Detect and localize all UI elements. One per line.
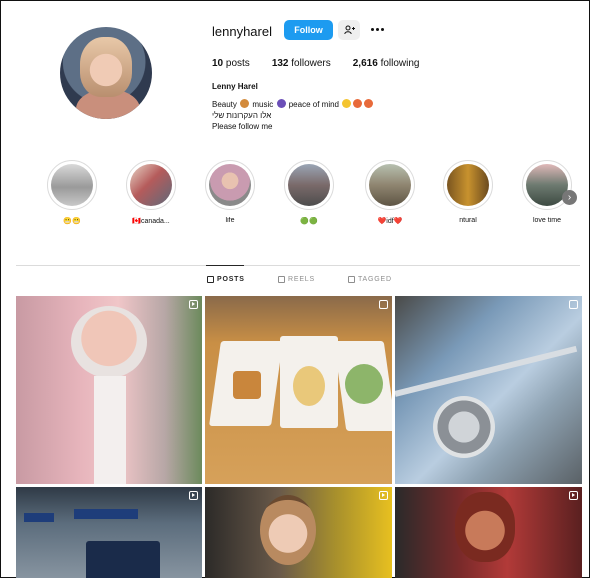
- bio-peace-text: peace of mind: [288, 100, 339, 109]
- bio-line-1: Beauty music peace of mind: [212, 99, 432, 110]
- highlight-item[interactable]: 🟢🟢: [279, 160, 339, 225]
- reel-icon: [189, 491, 198, 500]
- rainbow-emoji-icon: [364, 99, 374, 108]
- highlight-label: 😬😬: [63, 218, 81, 225]
- profile-display-name: Lenny Harel: [212, 82, 258, 91]
- highlights-next-button[interactable]: ›: [562, 190, 577, 205]
- highlight-item[interactable]: 🇨🇦canada...: [121, 160, 181, 225]
- story-highlights: 😬😬 🇨🇦canada... life 🟢🟢 ❤️idf❤️ ntural lo…: [42, 160, 582, 240]
- followers-count: 132: [271, 58, 289, 69]
- tabs-divider: [16, 265, 580, 266]
- bio-beauty-text: Beauty: [212, 100, 237, 109]
- bio-line-2: אלו העקרונות שלי: [212, 111, 272, 120]
- rainbow-emoji-icon: [353, 99, 363, 108]
- profile-avatar[interactable]: [60, 27, 152, 119]
- lipstick-emoji-icon: [240, 99, 250, 108]
- suggest-user-button[interactable]: [338, 20, 360, 40]
- tab-posts[interactable]: POSTS: [207, 276, 245, 283]
- dot-icon: [375, 27, 379, 31]
- tagged-icon: [348, 276, 355, 283]
- highlight-label: ❤️idf❤️: [377, 218, 403, 225]
- profile-stats: 10 posts 132 followers 2,616 following: [212, 58, 441, 69]
- profile-bio: Beauty music peace of mind אלו העקרונות …: [212, 99, 432, 132]
- multiple-posts-icon: [379, 300, 388, 309]
- tab-reels[interactable]: REELS: [278, 276, 315, 283]
- highlight-label: 🇨🇦canada...: [132, 218, 170, 225]
- post-tile[interactable]: [205, 296, 392, 484]
- profile-username: lennyharel: [212, 24, 272, 39]
- highlight-label: love time: [532, 217, 561, 224]
- bio-line-3: Please follow me: [212, 122, 273, 131]
- posts-stat: 10 posts: [212, 58, 250, 69]
- highlight-label: ntural: [459, 217, 477, 224]
- highlight-item[interactable]: ❤️idf❤️: [360, 160, 420, 225]
- post-tile[interactable]: [395, 296, 582, 484]
- following-count: 2,616: [352, 58, 378, 69]
- profile-tabs: POSTS REELS TAGGED: [0, 276, 590, 288]
- reel-icon: [189, 300, 198, 309]
- post-tile[interactable]: [16, 296, 202, 484]
- active-tab-indicator: [206, 265, 244, 266]
- reel-icon: [379, 491, 388, 500]
- highlight-label: life: [225, 217, 235, 224]
- music-emoji-icon: [276, 99, 286, 108]
- multiple-posts-icon: [569, 300, 578, 309]
- post-tile[interactable]: [16, 487, 202, 578]
- following-stat[interactable]: 2,616 following: [353, 58, 420, 69]
- posts-grid: [16, 296, 582, 578]
- followers-stat[interactable]: 132 followers: [272, 58, 331, 69]
- tab-tagged-label: TAGGED: [358, 276, 392, 283]
- posts-label: posts: [225, 58, 250, 69]
- posts-count: 10: [212, 58, 224, 69]
- post-tile[interactable]: [395, 487, 582, 578]
- reel-icon: [569, 491, 578, 500]
- bio-music-text: music: [252, 100, 274, 109]
- tab-reels-label: REELS: [288, 276, 315, 283]
- following-label: following: [380, 58, 420, 69]
- highlight-item[interactable]: life: [200, 160, 260, 224]
- tab-tagged[interactable]: TAGGED: [348, 276, 392, 283]
- post-tile[interactable]: [205, 487, 392, 578]
- smile-emoji-icon: [342, 99, 352, 108]
- follow-button[interactable]: Follow: [284, 20, 333, 40]
- chevron-right-icon: ›: [567, 192, 572, 203]
- reels-icon: [278, 276, 285, 283]
- dot-icon: [370, 27, 374, 31]
- more-options-button[interactable]: [368, 22, 386, 36]
- tab-posts-label: POSTS: [217, 276, 245, 283]
- grid-icon: [207, 276, 214, 283]
- highlight-item[interactable]: ntural: [438, 160, 498, 224]
- highlight-label: 🟢🟢: [300, 218, 318, 225]
- followers-label: followers: [291, 58, 331, 69]
- add-user-icon: [343, 25, 355, 35]
- highlight-item[interactable]: 😬😬: [42, 160, 102, 225]
- dot-icon: [380, 27, 384, 31]
